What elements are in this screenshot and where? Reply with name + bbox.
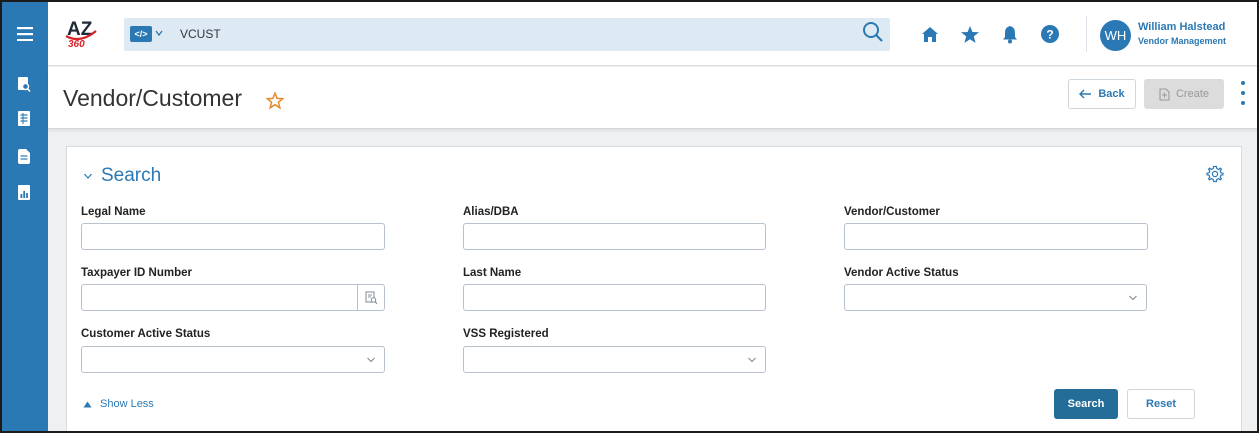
vendor-customer-label: Vendor/Customer [844,206,940,218]
divider [1086,16,1087,52]
taxpayer-id-label: Taxpayer ID Number [81,267,192,279]
home-icon[interactable] [918,22,942,46]
app-window: AZ 360 </> VCUST ? WH William Halstead V… [0,0,1259,433]
reset-button[interactable]: Reset [1127,389,1195,419]
alias-dba-label: Alias/DBA [463,206,519,218]
new-document-icon [1159,87,1170,101]
svg-text:?: ? [1046,28,1053,42]
vss-registered-label: VSS Registered [463,328,549,340]
search-document-icon[interactable] [15,74,33,94]
menu-icon[interactable] [2,2,48,66]
code-icon[interactable]: </> [130,26,152,42]
left-rail [2,2,48,431]
create-button[interactable]: Create [1144,79,1224,109]
alias-dba-input[interactable] [463,223,766,250]
user-name[interactable]: William Halstead [1138,21,1225,33]
lookup-icon[interactable] [357,285,384,310]
back-button-label: Back [1098,88,1125,100]
chevron-down-icon [748,357,756,363]
bell-icon[interactable] [998,22,1022,46]
help-icon[interactable]: ? [1038,22,1062,46]
triangle-up-icon [83,401,92,407]
vendor-customer-input[interactable] [844,223,1148,250]
report-icon[interactable] [15,182,33,202]
legal-name-input[interactable] [81,223,385,250]
gear-icon[interactable] [1206,165,1224,183]
vendor-active-status-select[interactable] [844,284,1147,311]
legal-name-label: Legal Name [81,206,146,218]
chevron-down-icon [84,173,92,179]
back-button[interactable]: Back [1068,79,1136,109]
vss-registered-select[interactable] [463,346,766,373]
search-section-toggle[interactable]: Search [83,165,161,187]
ledger-icon[interactable] [15,108,33,128]
command-bar[interactable]: </> VCUST [124,18,890,51]
page-title: Vendor/Customer [63,85,242,111]
page-header: Vendor/Customer Back Create [48,67,1257,129]
last-name-label: Last Name [463,267,522,279]
more-options-icon[interactable] [1238,81,1248,105]
last-name-input[interactable] [463,284,766,311]
top-bar: AZ 360 </> VCUST ? WH William Halstead V… [48,2,1257,66]
vendor-active-status-label: Vendor Active Status [844,267,959,279]
search-panel: Search Legal Name Alias/DBA Vendor/Custo… [66,146,1242,431]
avatar[interactable]: WH [1100,20,1131,51]
customer-active-status-label: Customer Active Status [81,328,211,340]
chevron-down-icon [1129,295,1137,301]
svg-text:360: 360 [68,39,85,50]
taxpayer-id-field[interactable] [81,284,385,311]
customer-active-status-select[interactable] [81,346,385,373]
show-less-label: Show Less [100,398,154,410]
search-icon[interactable] [861,20,885,44]
user-role: Vendor Management [1138,36,1227,46]
show-less-link[interactable]: Show Less [83,398,154,410]
favorites-star-icon[interactable] [958,22,982,46]
az360-logo[interactable]: AZ 360 [62,15,102,51]
search-button[interactable]: Search [1054,389,1118,419]
arrow-left-icon [1079,89,1092,99]
search-section-title: Search [101,165,162,186]
favorite-star-icon[interactable] [266,92,284,110]
chevron-down-icon [367,357,375,363]
command-input[interactable]: VCUST [180,27,221,41]
document-icon[interactable] [15,146,33,166]
caret-down-icon[interactable] [155,29,163,37]
create-button-label: Create [1175,88,1210,100]
